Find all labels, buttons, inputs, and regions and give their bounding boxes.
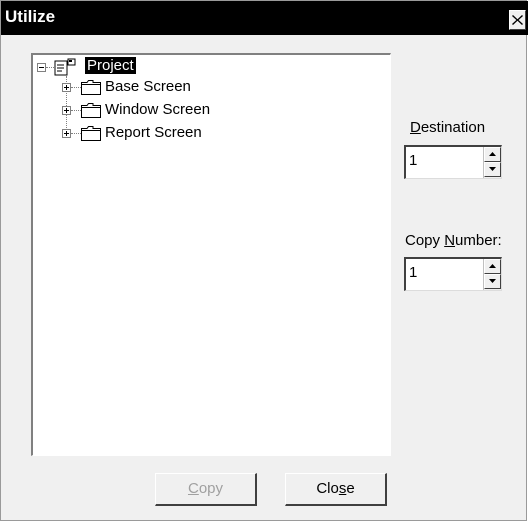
arrow-down-icon	[489, 279, 496, 283]
project-icon	[54, 58, 76, 76]
destination-increment-button[interactable]	[484, 147, 501, 162]
arrow-up-icon	[489, 152, 496, 156]
folder-icon	[81, 80, 101, 95]
copy-number-value[interactable]: 1	[409, 264, 417, 281]
destination-label-rest: estination	[420, 119, 486, 136]
copy-number-spinner[interactable]: 1	[404, 257, 502, 291]
destination-label: Destination	[410, 119, 485, 136]
base-screen-expand-toggle[interactable]	[62, 83, 71, 92]
tree-node-window-screen[interactable]: Window Screen	[105, 101, 210, 118]
destination-decrement-button[interactable]	[484, 162, 501, 177]
utilize-dialog: Utilize Project Base Screen Window Scree…	[0, 0, 528, 521]
arrow-down-icon	[489, 167, 496, 171]
tree-node-project[interactable]: Project	[85, 57, 136, 74]
tree-node-base-screen[interactable]: Base Screen	[105, 78, 191, 95]
project-tree[interactable]: Project Base Screen Window Screen Report…	[31, 53, 391, 456]
tree-node-report-screen[interactable]: Report Screen	[105, 124, 202, 141]
window-title: Utilize	[5, 7, 56, 26]
copy-number-increment-button[interactable]	[484, 259, 501, 274]
copy-number-label: Copy Number:	[405, 232, 502, 249]
copy-number-decrement-button[interactable]	[484, 274, 501, 289]
report-screen-expand-toggle[interactable]	[62, 129, 71, 138]
destination-spinner[interactable]: 1	[404, 145, 502, 179]
destination-value[interactable]: 1	[409, 152, 417, 169]
root-collapse-toggle[interactable]	[37, 63, 46, 72]
close-icon	[512, 15, 523, 25]
arrow-up-icon	[489, 264, 496, 268]
folder-icon	[81, 126, 101, 141]
copy-button[interactable]: Copy	[155, 473, 257, 506]
close-button[interactable]: Close	[285, 473, 387, 506]
title-bar[interactable]: Utilize	[1, 1, 528, 35]
close-window-button[interactable]	[509, 10, 526, 30]
window-screen-expand-toggle[interactable]	[62, 106, 71, 115]
folder-icon	[81, 103, 101, 118]
destination-label-mnemonic: D	[410, 119, 421, 136]
